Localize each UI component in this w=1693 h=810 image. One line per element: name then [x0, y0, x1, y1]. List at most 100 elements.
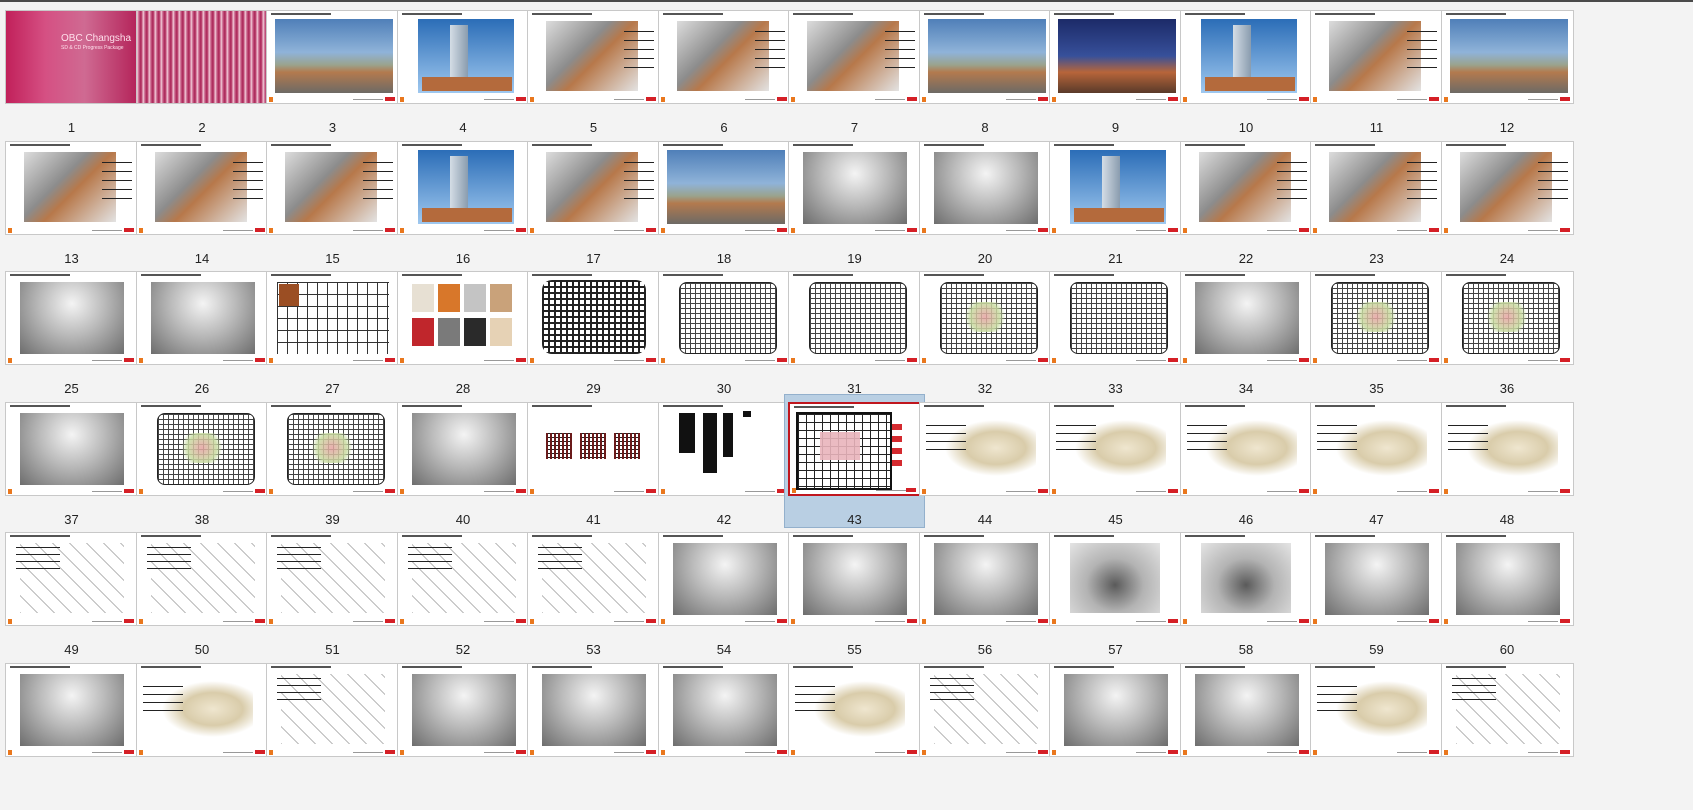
slide-thumbnail[interactable]: [1440, 271, 1574, 365]
slide-thumbnail[interactable]: [788, 271, 921, 365]
slide-thumbnail[interactable]: [1310, 401, 1443, 496]
slide-cell[interactable]: [262, 653, 403, 794]
slide-cell[interactable]: 57: [1045, 522, 1186, 663]
slide-cell[interactable]: 17: [523, 131, 664, 272]
slide-thumbnail[interactable]: [788, 140, 921, 235]
slide-thumbnail[interactable]: [657, 401, 791, 496]
slide-cell[interactable]: 13: [1, 131, 142, 272]
slide-thumbnail[interactable]: [396, 662, 530, 757]
slide-thumbnail[interactable]: [5, 532, 138, 626]
slide-cell[interactable]: 27: [262, 261, 403, 402]
slide-cell[interactable]: 23: [1306, 131, 1447, 272]
slide-thumbnail[interactable]: [1179, 532, 1313, 626]
slide-thumbnail[interactable]: [1310, 662, 1443, 757]
slide-cell[interactable]: 33: [1045, 261, 1186, 402]
slide-thumbnail[interactable]: [266, 140, 399, 235]
slide-cell[interactable]: 49: [1, 522, 142, 663]
slide-cell[interactable]: 59: [1306, 522, 1447, 663]
slide-cell[interactable]: [1045, 653, 1186, 794]
slide-cell[interactable]: 53: [523, 522, 664, 663]
slide-thumbnail[interactable]: [135, 10, 269, 104]
slide-thumbnail[interactable]: [1440, 662, 1574, 757]
slide-cell[interactable]: 25: [1, 261, 142, 402]
slide-cell[interactable]: [1176, 653, 1317, 794]
slide-thumbnail[interactable]: [5, 140, 138, 235]
slide-cell[interactable]: 2: [132, 0, 273, 141]
slide-cell[interactable]: 20: [915, 131, 1056, 272]
slide-cell[interactable]: 50: [132, 522, 273, 663]
slide-thumbnail[interactable]: [527, 140, 660, 235]
slide-cell[interactable]: 18: [654, 131, 795, 272]
slide-thumbnail[interactable]: [1179, 401, 1313, 496]
slide-thumbnail[interactable]: [918, 10, 1052, 104]
slide-thumbnail[interactable]: [135, 271, 269, 365]
slide-cell[interactable]: 38: [132, 392, 273, 533]
slide-cell[interactable]: 48: [1437, 392, 1578, 533]
slide-cell[interactable]: [1306, 653, 1447, 794]
slide-thumbnail[interactable]: [1310, 140, 1443, 235]
slide-thumbnail[interactable]: [918, 401, 1052, 496]
slide-cell[interactable]: 35: [1306, 261, 1447, 402]
slide-thumbnail[interactable]: [135, 401, 269, 496]
slide-cell[interactable]: 6: [654, 0, 795, 141]
slide-thumbnail[interactable]: [396, 271, 530, 365]
slide-cell[interactable]: 37: [1, 392, 142, 533]
slide-thumbnail[interactable]: [657, 10, 791, 104]
slide-thumbnail[interactable]: [657, 140, 791, 235]
slide-thumbnail[interactable]: [657, 662, 791, 757]
slide-thumbnail[interactable]: [1179, 140, 1313, 235]
slide-thumbnail[interactable]: [5, 401, 138, 496]
slide-thumbnail[interactable]: [1049, 10, 1182, 104]
slide-cell[interactable]: [1, 653, 142, 794]
slide-thumbnail[interactable]: [1049, 532, 1182, 626]
slide-thumbnail[interactable]: [918, 271, 1052, 365]
slide-cell[interactable]: 31: [784, 261, 925, 402]
slide-cell[interactable]: 30: [654, 261, 795, 402]
slide-thumbnail[interactable]: [527, 271, 660, 365]
slide-cell[interactable]: 56: [915, 522, 1056, 663]
slide-thumbnail[interactable]: [657, 271, 791, 365]
slide-cell[interactable]: [1437, 653, 1578, 794]
slide-thumbnail[interactable]: [5, 271, 138, 365]
slide-thumbnail[interactable]: [135, 532, 269, 626]
slide-thumbnail[interactable]: [396, 532, 530, 626]
slide-thumbnail[interactable]: [788, 10, 921, 104]
slide-cell[interactable]: 10: [1176, 0, 1317, 141]
slide-cell[interactable]: 29: [523, 261, 664, 402]
slide-cell[interactable]: 40: [393, 392, 534, 533]
slide-thumbnail[interactable]: [1049, 401, 1182, 496]
slide-cell[interactable]: 24: [1437, 131, 1578, 272]
slide-cell[interactable]: [915, 653, 1056, 794]
slide-cell[interactable]: [523, 653, 664, 794]
slide-thumbnail[interactable]: [135, 140, 269, 235]
slide-thumbnail[interactable]: [1049, 662, 1182, 757]
slide-thumbnail[interactable]: [788, 401, 921, 496]
slide-cell[interactable]: 19: [784, 131, 925, 272]
slide-thumbnail[interactable]: [1179, 10, 1313, 104]
slide-thumbnail[interactable]: [266, 10, 399, 104]
slide-thumbnail[interactable]: [527, 401, 660, 496]
slide-cell[interactable]: 45: [1045, 392, 1186, 533]
slide-cell[interactable]: 47: [1306, 392, 1447, 533]
slide-thumbnail[interactable]: [918, 662, 1052, 757]
slide-cell[interactable]: 43: [784, 392, 925, 533]
slide-thumbnail[interactable]: [135, 662, 269, 757]
slide-thumbnail[interactable]: [266, 662, 399, 757]
slide-thumbnail[interactable]: [1440, 532, 1574, 626]
slide-cell[interactable]: 15: [262, 131, 403, 272]
slide-thumbnail[interactable]: [5, 662, 138, 757]
slide-cell[interactable]: 44: [915, 392, 1056, 533]
slide-cell[interactable]: 22: [1176, 131, 1317, 272]
slide-cell[interactable]: 4: [393, 0, 534, 141]
slide-thumbnail[interactable]: [918, 140, 1052, 235]
slide-cell[interactable]: [654, 653, 795, 794]
slide-cell[interactable]: 34: [1176, 261, 1317, 402]
slide-thumbnail[interactable]: [396, 401, 530, 496]
slide-thumbnail[interactable]: [1310, 10, 1443, 104]
slide-thumbnail[interactable]: [1310, 532, 1443, 626]
slide-cell[interactable]: [132, 653, 273, 794]
slide-cell[interactable]: 41: [523, 392, 664, 533]
slide-cell[interactable]: 7: [784, 0, 925, 141]
slide-cell[interactable]: 9: [1045, 0, 1186, 141]
slide-thumbnail[interactable]: [1179, 271, 1313, 365]
